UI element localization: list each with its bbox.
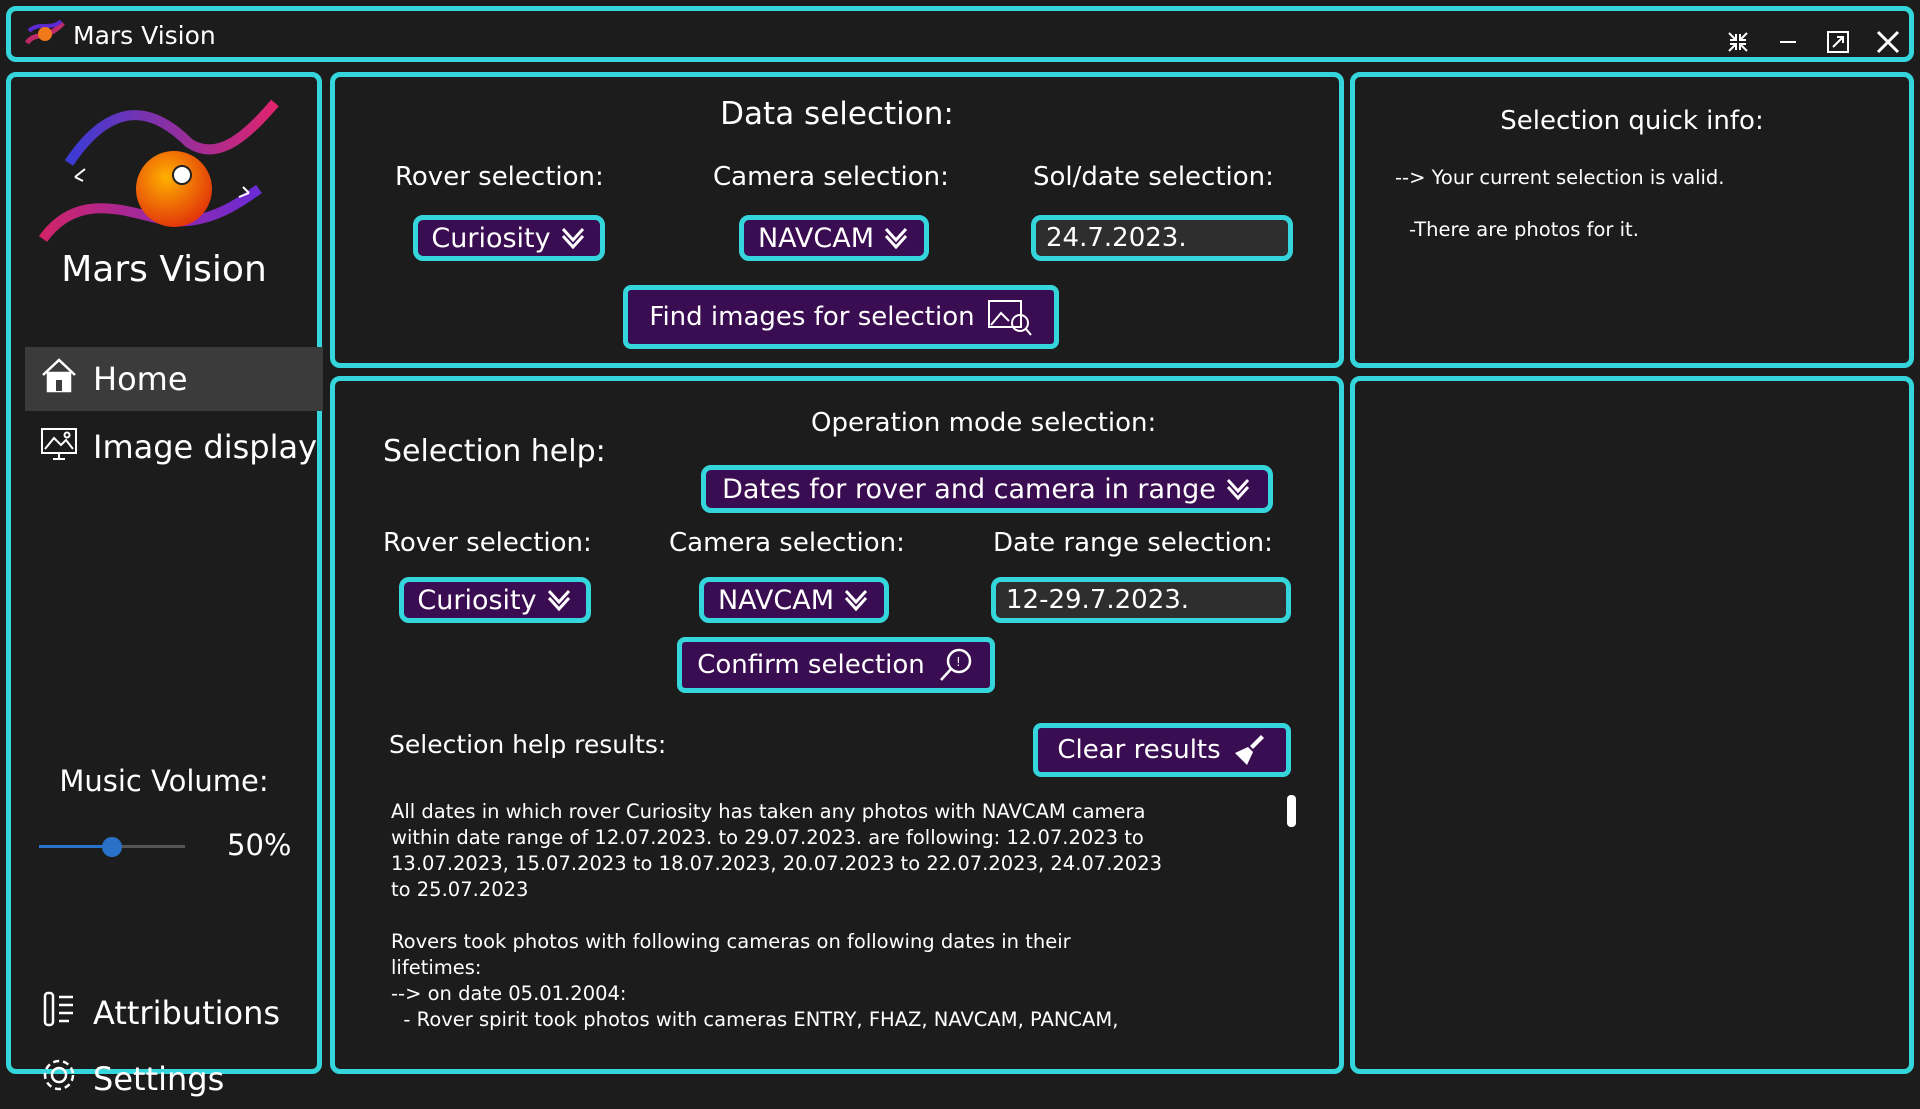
image-search-icon bbox=[987, 300, 1032, 336]
restore-icon[interactable] bbox=[1821, 25, 1855, 59]
mode-selection-label: Operation mode selection: bbox=[811, 408, 1157, 438]
rover-dropdown-value: Curiosity bbox=[431, 222, 551, 254]
date-selection-label: Sol/date selection: bbox=[1033, 162, 1274, 192]
help-rover-dropdown-value: Curiosity bbox=[417, 584, 537, 616]
quick-info-title: Selection quick info: bbox=[1500, 106, 1764, 136]
clear-results-label: Clear results bbox=[1057, 735, 1221, 765]
data-selection-title: Data selection: bbox=[720, 96, 954, 132]
camera-dropdown-value: NAVCAM bbox=[757, 222, 875, 254]
help-camera-label: Camera selection: bbox=[669, 528, 905, 558]
nav-image-display-label: Image display bbox=[93, 428, 318, 466]
find-images-button[interactable]: Find images for selection bbox=[623, 285, 1059, 349]
help-date-range-label: Date range selection: bbox=[993, 528, 1273, 558]
rover-dropdown[interactable]: Curiosity bbox=[413, 215, 605, 261]
chevron-down-icon bbox=[547, 589, 570, 612]
chevron-down-icon bbox=[1226, 478, 1250, 501]
quick-info-panel: Selection quick info: --> Your current s… bbox=[1350, 72, 1914, 368]
rover-selection-label: Rover selection: bbox=[395, 162, 604, 192]
volume-slider[interactable] bbox=[39, 837, 185, 857]
volume-slider-handle[interactable] bbox=[102, 837, 122, 857]
camera-dropdown[interactable]: NAVCAM bbox=[739, 215, 929, 261]
volume-value: 50% bbox=[227, 828, 292, 862]
confirm-selection-label: Confirm selection bbox=[697, 650, 925, 680]
help-rover-label: Rover selection: bbox=[383, 528, 592, 558]
help-results-text: All dates in which rover Curiosity has t… bbox=[391, 800, 1163, 1031]
clear-results-button[interactable]: Clear results bbox=[1033, 723, 1291, 777]
home-icon bbox=[39, 355, 79, 403]
svg-text:!: ! bbox=[956, 655, 961, 669]
find-images-label: Find images for selection bbox=[649, 302, 975, 332]
settings-icon bbox=[39, 1055, 79, 1103]
chevron-down-icon bbox=[561, 227, 584, 250]
confirm-selection-button[interactable]: Confirm selection ! bbox=[677, 637, 995, 693]
info-panel-empty bbox=[1350, 376, 1914, 1074]
date-range-input-value: 12-29.7.2023. bbox=[1006, 585, 1190, 615]
help-camera-dropdown[interactable]: NAVCAM bbox=[699, 577, 889, 623]
brand-logo bbox=[38, 93, 289, 247]
selection-help-panel: Selection help: Operation mode selection… bbox=[330, 376, 1344, 1074]
camera-selection-label: Camera selection: bbox=[713, 162, 949, 192]
chevron-down-icon bbox=[844, 589, 868, 612]
date-input-value: 24.7.2023. bbox=[1046, 223, 1187, 253]
date-range-input[interactable]: 12-29.7.2023. bbox=[991, 577, 1291, 623]
nav-settings[interactable]: Settings bbox=[25, 1049, 323, 1109]
nav-image-display[interactable]: Image display bbox=[25, 415, 323, 479]
close-icon[interactable] bbox=[1871, 25, 1905, 59]
collapse-icon[interactable] bbox=[1721, 25, 1755, 59]
mode-dropdown-value: Dates for rover and camera in range bbox=[722, 473, 1216, 505]
quick-info-line-1: --> Your current selection is valid. bbox=[1395, 166, 1725, 189]
nav-home-label: Home bbox=[93, 360, 188, 398]
selection-help-title: Selection help: bbox=[383, 434, 606, 469]
app-logo-icon bbox=[24, 17, 65, 55]
title-bar: Mars Vision bbox=[6, 6, 1914, 62]
volume-label: Music Volume: bbox=[59, 764, 269, 798]
attributions-icon bbox=[39, 989, 79, 1037]
help-camera-dropdown-value: NAVCAM bbox=[717, 584, 835, 616]
search-icon: ! bbox=[939, 648, 972, 681]
broom-icon bbox=[1234, 735, 1264, 765]
sidebar: Mars Vision Home Image display Music Vol… bbox=[6, 72, 323, 1098]
quick-info-line-2: -There are photos for it. bbox=[1409, 218, 1639, 241]
nav-attributions[interactable]: Attributions bbox=[25, 981, 323, 1045]
results-scrollbar[interactable] bbox=[1287, 795, 1296, 827]
image-display-icon bbox=[39, 423, 79, 471]
nav-home[interactable]: Home bbox=[25, 347, 323, 411]
nav-attributions-label: Attributions bbox=[93, 994, 281, 1032]
nav-settings-label: Settings bbox=[93, 1060, 225, 1098]
mode-dropdown[interactable]: Dates for rover and camera in range bbox=[701, 465, 1273, 513]
brand-name: Mars Vision bbox=[61, 249, 267, 290]
date-input[interactable]: 24.7.2023. bbox=[1031, 215, 1293, 261]
data-selection-panel: Data selection: Rover selection: Camera … bbox=[330, 72, 1344, 368]
minimize-icon[interactable] bbox=[1771, 25, 1805, 59]
help-rover-dropdown[interactable]: Curiosity bbox=[399, 577, 591, 623]
chevron-down-icon bbox=[884, 227, 908, 250]
window-title: Mars Vision bbox=[73, 21, 216, 50]
help-results-label: Selection help results: bbox=[389, 730, 667, 759]
